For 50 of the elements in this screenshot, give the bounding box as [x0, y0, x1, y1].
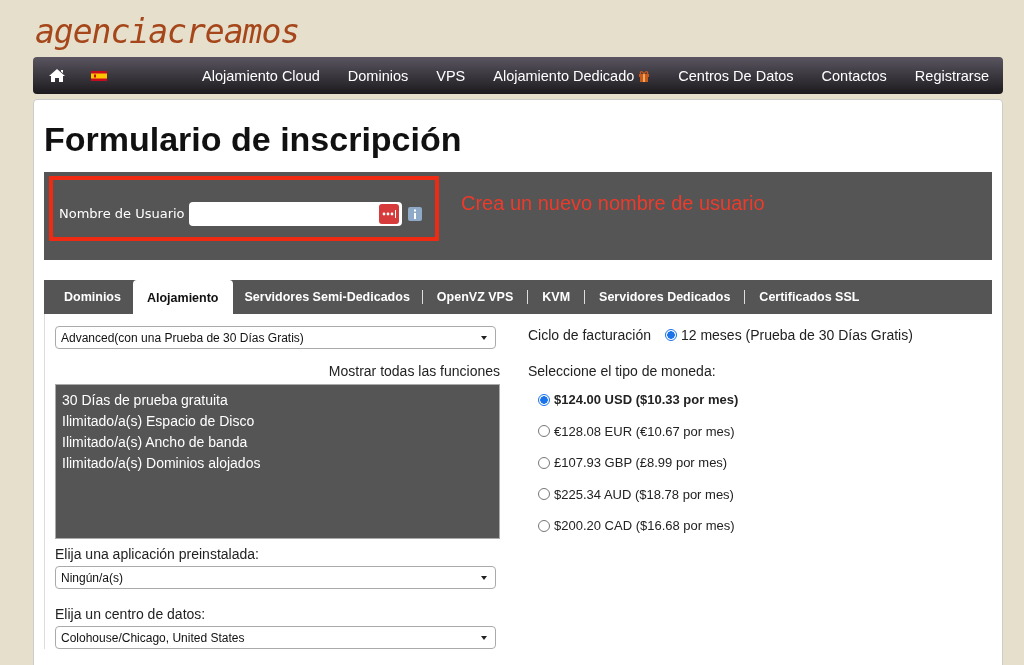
radio-button[interactable]: [538, 456, 550, 469]
datacenter-select[interactable]: Colohouse/Chicago, United States: [55, 626, 496, 649]
tab[interactable]: Certificados SSL: [744, 290, 874, 304]
feature-item: Ilimitado/a(s) Dominios alojados: [62, 454, 262, 473]
radio-button[interactable]: [538, 425, 550, 438]
show-all-link[interactable]: Mostrar todas las funciones: [328, 363, 500, 379]
caret-icon: [481, 335, 487, 340]
nav-link[interactable]: Contactos: [807, 67, 901, 84]
info-icon[interactable]: [407, 206, 422, 221]
nav-link[interactable]: Alojamiento Cloud: [188, 67, 334, 84]
billing-option: 12 meses (Prueba de 30 Días Gratis): [680, 327, 913, 343]
app-select[interactable]: Ningún/a(s): [55, 566, 496, 589]
nav-link[interactable]: Alojamiento Dedicado: [479, 67, 665, 84]
tab[interactable]: Servidores Dedicados: [584, 290, 745, 304]
radio-button[interactable]: [538, 393, 550, 406]
nav-link[interactable]: VPS: [422, 67, 480, 84]
currency-option: €128.08 EUR (€10.67 por mes): [554, 423, 735, 439]
nav-link[interactable]: Registrarse: [900, 67, 1003, 84]
app-label: Elija una aplicación preinstalada:: [55, 546, 260, 562]
currency-option: $225.34 AUD ($18.78 por mes): [554, 486, 734, 502]
currency-option: £107.93 GBP (£8.99 por mes): [554, 455, 728, 471]
nav-link[interactable]: Centros De Datos: [664, 67, 808, 84]
flag-icon[interactable]: [91, 70, 107, 81]
plan-select[interactable]: Advanced(con una Prueba de 30 Días Gratis): [55, 326, 496, 349]
billing-label: Ciclo de facturación: [528, 327, 651, 343]
currency-option: $200.20 CAD ($16.68 por mes): [554, 518, 735, 534]
home-icon[interactable]: [48, 68, 66, 83]
feature-item: 30 Días de prueba gratuita: [62, 391, 229, 410]
username-label: Nombre de Usuario: [59, 206, 185, 221]
site-logo[interactable]: agenciacreamos: [35, 12, 300, 52]
tab[interactable]: Dominios: [52, 280, 133, 314]
page-title: Formulario de inscripción: [44, 119, 463, 159]
tab[interactable]: OpenVZ VPS: [421, 290, 528, 304]
currency-label: Seleccione el tipo de moneda:: [528, 363, 717, 379]
caret-icon: [481, 635, 487, 640]
caret-icon: [481, 575, 487, 580]
feature-item: Ilimitado/a(s) Espacio de Disco: [62, 412, 256, 431]
radio-button[interactable]: [664, 329, 677, 341]
radio-button[interactable]: [538, 519, 550, 532]
nav-link[interactable]: Dominios: [333, 67, 423, 84]
currency-option: $124.00 USD ($10.33 por mes): [554, 392, 739, 408]
tab[interactable]: Servidores Semi-Dedicados: [232, 280, 422, 314]
radio-button[interactable]: [538, 488, 550, 501]
username-hint: Crea un nuevo nombre de usuario: [461, 192, 765, 215]
tab[interactable]: KVM: [527, 290, 585, 304]
feature-item: Ilimitado/a(s) Ancho de banda: [62, 433, 249, 452]
username-field[interactable]: [188, 201, 402, 226]
password-manager-icon[interactable]: [378, 203, 399, 224]
datacenter-label: Elija un centro de datos:: [55, 606, 207, 622]
tab[interactable]: Alojamiento: [132, 280, 233, 316]
